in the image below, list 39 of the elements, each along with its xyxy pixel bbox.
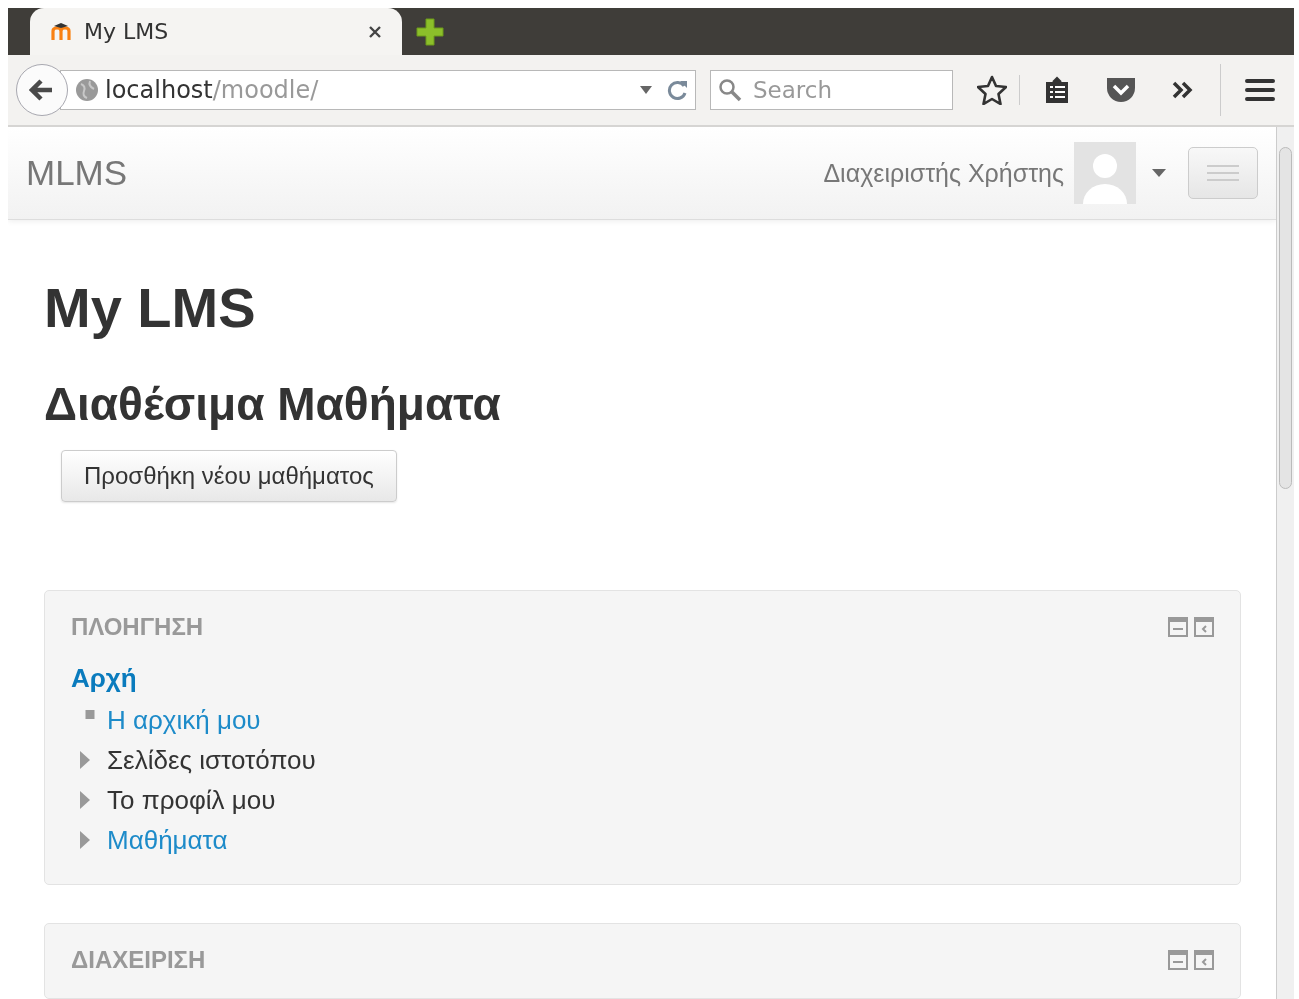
dock-icon[interactable] xyxy=(1194,617,1214,638)
menu-icon[interactable] xyxy=(1245,78,1275,102)
search-icon xyxy=(718,78,742,102)
nav-item[interactable]: Το προφίλ μου xyxy=(107,784,276,816)
block-title: ΠΛΟΗΓΗΣΗ xyxy=(71,613,204,642)
block-title: ΔΙΑΧΕΙΡΙΣΗ xyxy=(71,946,206,975)
minimize-icon[interactable] xyxy=(1168,617,1188,638)
pocket-icon[interactable] xyxy=(1106,76,1136,104)
menu-icon xyxy=(1206,163,1240,183)
page-title: My LMS xyxy=(44,275,257,341)
expand-arrow-icon[interactable] xyxy=(79,791,91,810)
expand-arrow-icon[interactable] xyxy=(79,751,91,770)
section-heading: Διαθέσιμα Μαθήματα xyxy=(44,377,502,433)
address-bar[interactable]: localhost/moodle/ xyxy=(60,70,696,110)
expand-arrow-icon[interactable] xyxy=(79,831,91,850)
reload-icon[interactable] xyxy=(667,79,689,101)
globe-icon xyxy=(75,78,99,102)
home-link[interactable]: Αρχή xyxy=(71,663,137,695)
nav-item[interactable]: Σελίδες ιστοτόπου xyxy=(107,744,316,776)
url-host: localhost xyxy=(105,76,213,104)
dock-icon[interactable] xyxy=(1194,950,1214,971)
site-brand[interactable]: MLMS xyxy=(26,153,824,193)
scrollbar[interactable] xyxy=(1276,127,1294,999)
caret-icon[interactable] xyxy=(1152,169,1166,177)
url-path: /moodle/ xyxy=(212,76,319,104)
user-name[interactable]: Διαχειριστής Χρήστης xyxy=(823,158,1064,188)
tab-title: My LMS xyxy=(84,19,170,44)
search-field[interactable]: Search xyxy=(710,70,953,110)
scroll-thumb[interactable] xyxy=(1279,147,1292,489)
add-course-button[interactable]: Προσθήκη νέου μαθήματος xyxy=(61,450,397,503)
back-arrow-icon xyxy=(29,78,55,102)
close-icon[interactable] xyxy=(368,24,382,39)
star-icon[interactable] xyxy=(977,75,1007,105)
clipboard-icon[interactable] xyxy=(1044,76,1070,104)
minimize-icon[interactable] xyxy=(1168,950,1188,971)
plus-icon[interactable] xyxy=(416,18,444,46)
dropdown-icon[interactable] xyxy=(639,85,653,95)
back-button[interactable] xyxy=(16,64,68,116)
browser-tab[interactable]: My LMS xyxy=(30,8,402,55)
